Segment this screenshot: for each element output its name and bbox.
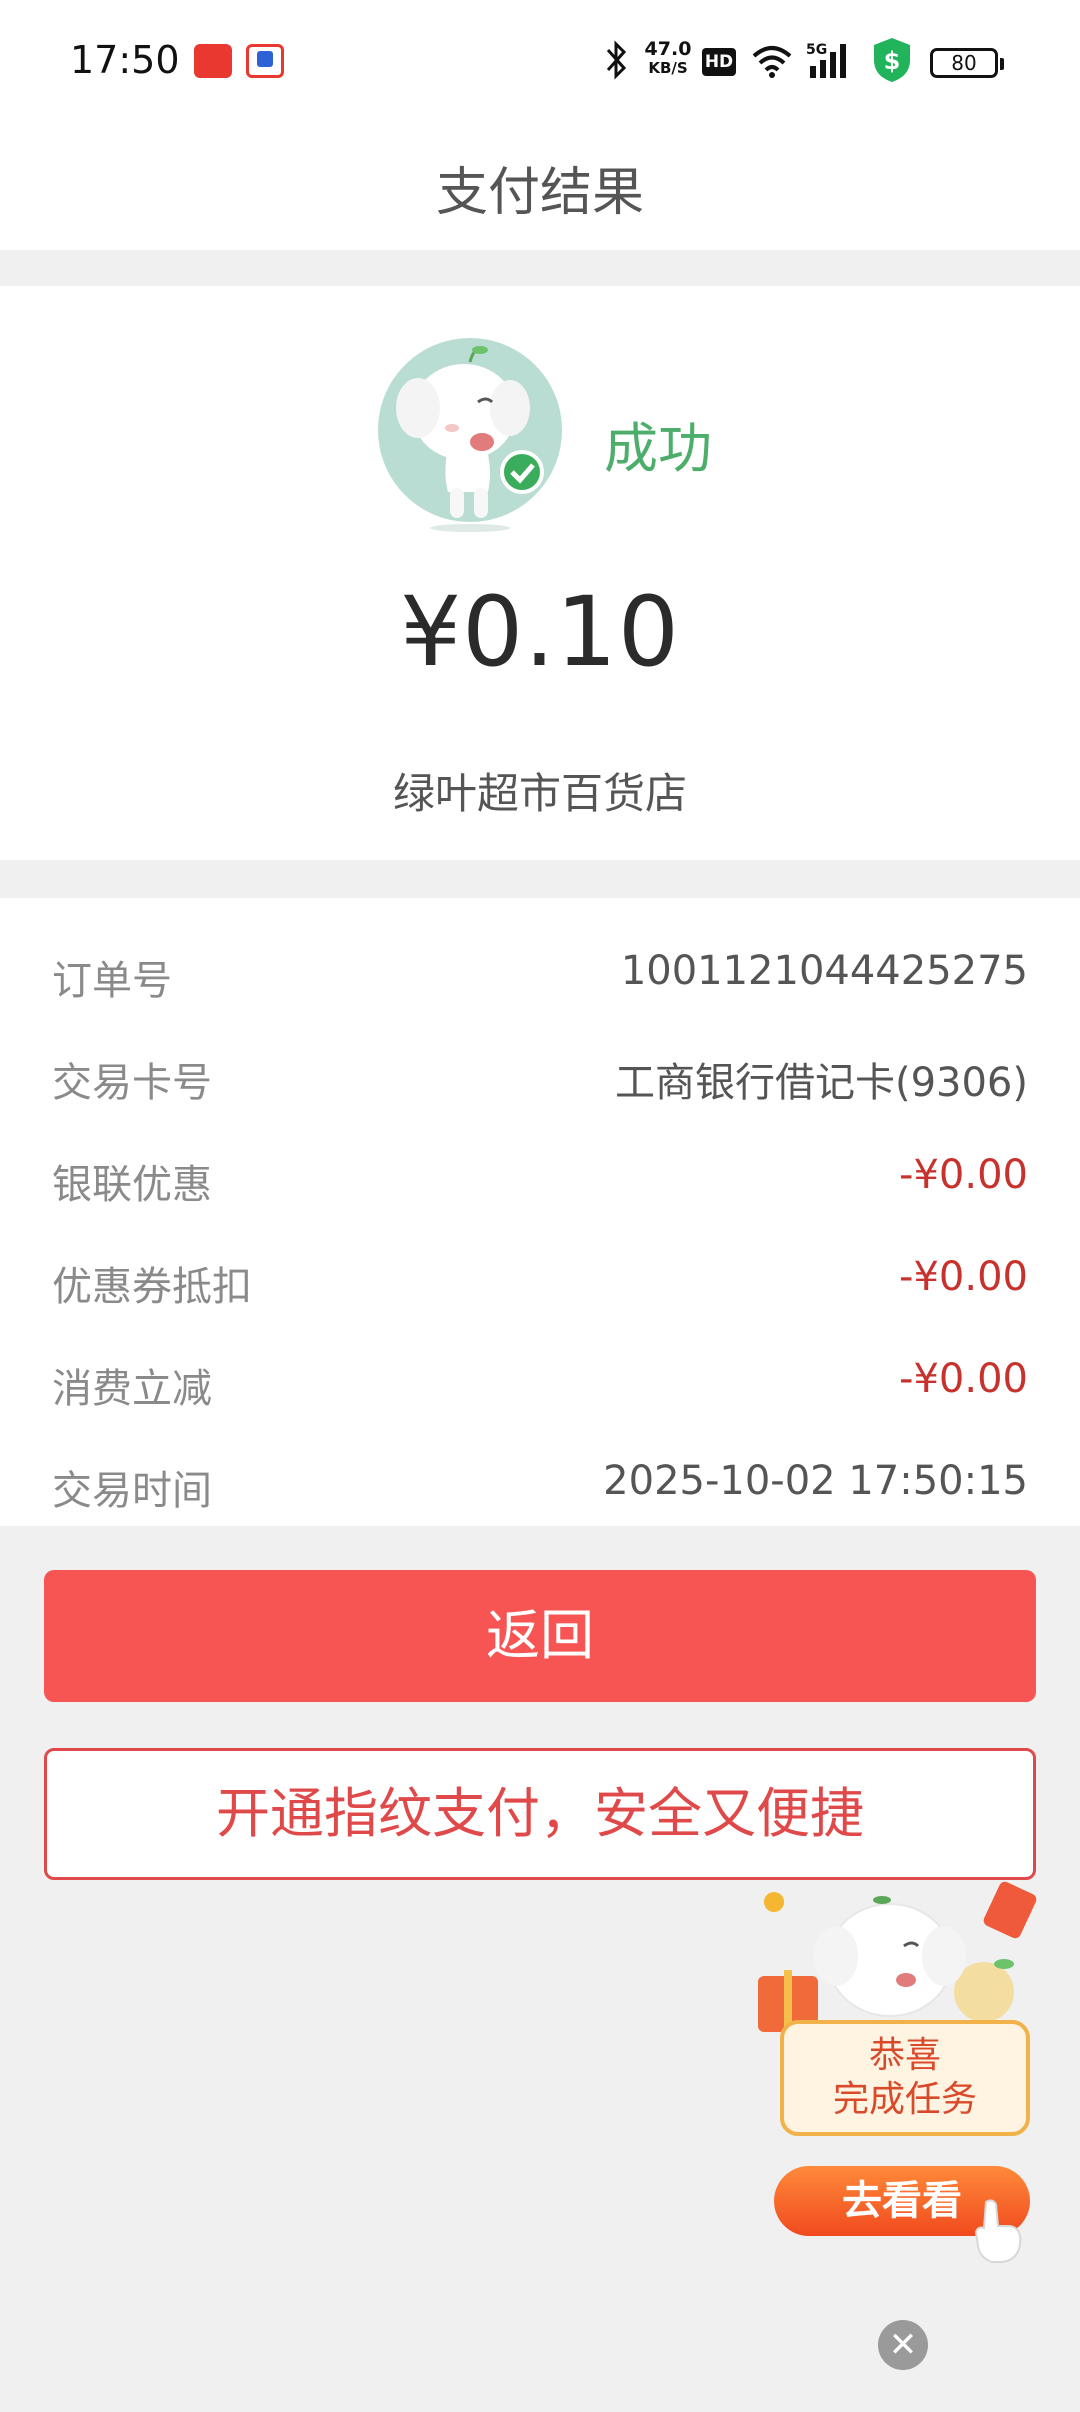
- detail-value: 1001121044425275: [620, 948, 1028, 994]
- page-title: 支付结果: [435, 163, 644, 223]
- promo-line-2: 完成任务: [832, 2079, 977, 2120]
- detail-row-unionpay-discount: 银联优惠 -¥0.00: [52, 1152, 1028, 1212]
- svg-text:$: $: [884, 47, 901, 75]
- detail-value: 工商银行借记卡(9306): [614, 1060, 1028, 1106]
- security-shield-icon: $: [874, 38, 910, 82]
- hd-icon: HD: [702, 48, 736, 76]
- network-speed: 47.0 KB/S: [644, 40, 692, 80]
- payment-amount: ¥0.10: [400, 576, 680, 688]
- unionpay-notification-icon: [194, 44, 232, 78]
- back-button[interactable]: 返回: [44, 1570, 1036, 1702]
- detail-label: 消费立减: [52, 1366, 212, 1412]
- elephant-mascot-success-icon: [378, 338, 562, 532]
- detail-label: 交易卡号: [52, 1060, 212, 1106]
- promo-message: 恭喜 完成任务: [780, 2020, 1030, 2136]
- detail-value: 2025-10-02 17:50:15: [603, 1458, 1028, 1504]
- enable-fingerprint-payment-button[interactable]: 开通指纹支付，安全又便捷: [44, 1748, 1036, 1880]
- detail-value: -¥0.00: [899, 1152, 1028, 1198]
- payment-result-card: 成功 ¥0.10 绿叶超市百货店: [0, 286, 1080, 860]
- payment-status: 成功: [604, 417, 712, 480]
- transaction-details: 订单号 1001121044425275 交易卡号 工商银行借记卡(9306) …: [0, 898, 1080, 1526]
- detail-value: -¥0.00: [899, 1356, 1028, 1402]
- detail-label: 订单号: [52, 958, 172, 1004]
- detail-label: 交易时间: [52, 1468, 212, 1514]
- detail-value: -¥0.00: [899, 1254, 1028, 1300]
- status-bar: 17:50 47.0 KB/S HD 5G $ 80: [0, 0, 1080, 124]
- signal-icon: 5G: [806, 42, 846, 78]
- pointing-hand-icon: [974, 2199, 1022, 2263]
- detail-row-card-number: 交易卡号 工商银行借记卡(9306): [52, 1050, 1028, 1110]
- wifi-icon: [752, 46, 792, 78]
- battery-indicator: 80: [930, 48, 1004, 78]
- network-label: 5G: [806, 42, 827, 58]
- network-speed-unit: KB/S: [648, 59, 688, 77]
- detail-label: 优惠券抵扣: [52, 1264, 252, 1310]
- detail-label: 银联优惠: [52, 1162, 212, 1208]
- promo-line-1: 恭喜: [868, 2035, 941, 2076]
- promo-mascot-icon: [758, 1881, 1037, 2034]
- status-time: 17:50: [70, 38, 180, 82]
- detail-row-transaction-time: 交易时间 2025-10-02 17:50:15: [52, 1458, 1028, 1518]
- detail-row-instant-discount: 消费立减 -¥0.00: [52, 1356, 1028, 1416]
- close-icon[interactable]: ✕: [878, 2320, 928, 2370]
- detail-row-coupon-deduction: 优惠券抵扣 -¥0.00: [52, 1254, 1028, 1314]
- merchant-name: 绿叶超市百货店: [392, 769, 687, 818]
- bluetooth-icon: [606, 40, 627, 80]
- task-complete-promo[interactable]: 恭喜 完成任务 去看看: [754, 1880, 1044, 2280]
- detail-row-order-number: 订单号 1001121044425275: [52, 948, 1028, 1008]
- app-notification-icon: [246, 44, 284, 78]
- network-speed-value: 47.0: [644, 38, 692, 60]
- title-bar: 支付结果: [0, 124, 1080, 250]
